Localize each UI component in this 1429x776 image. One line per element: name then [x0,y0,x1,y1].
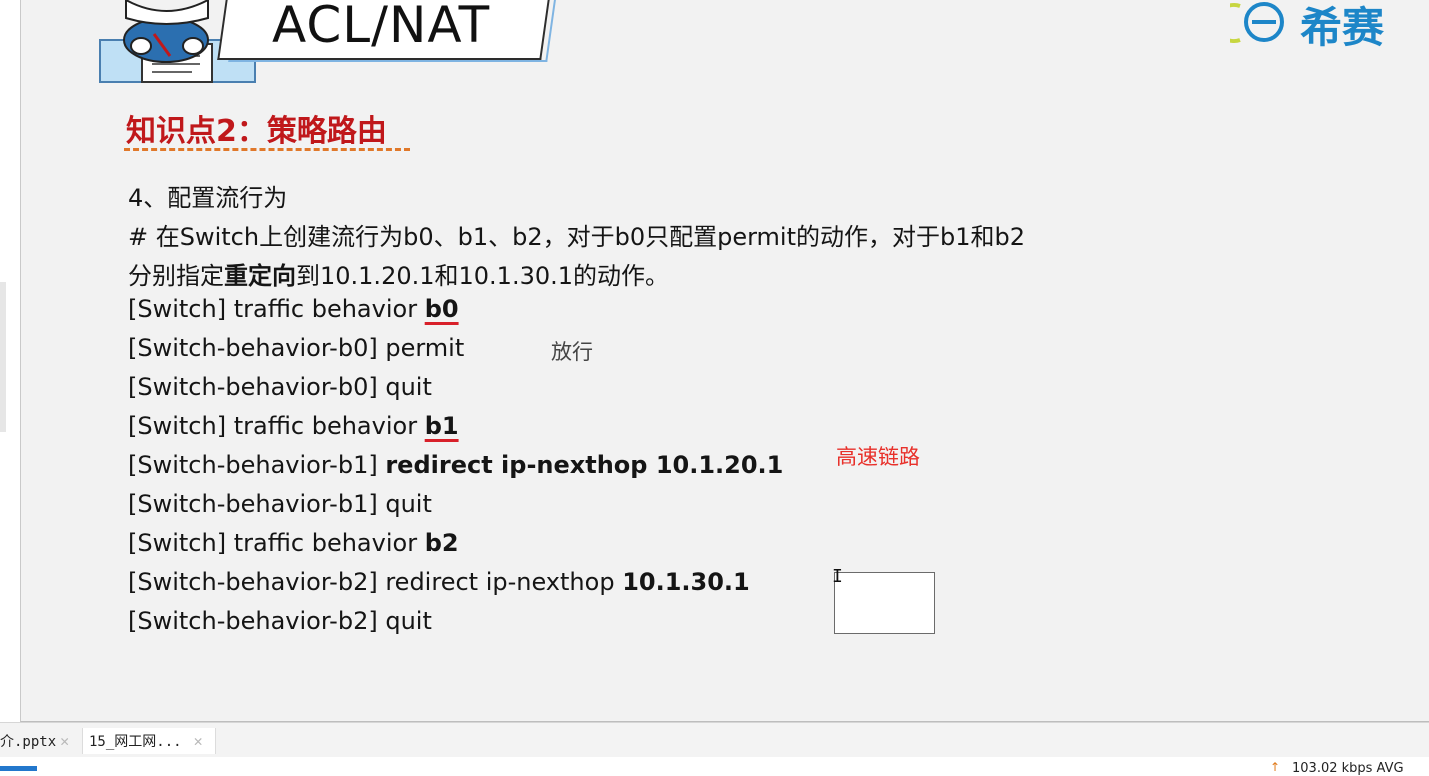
command-line: [Switch] traffic behavior b2 [128,529,459,557]
editing-text-box[interactable] [834,572,935,634]
file-tab-active[interactable]: 15_网工网... ✕ [82,728,216,754]
command-prefix: [Switch-behavior-b0] [128,373,386,401]
command-prefix: [Switch-behavior-b2] [128,568,386,596]
command-line: [Switch] traffic behavior b1 [128,412,459,440]
banner-title: ACL/NAT [272,0,491,54]
tab-label: 15_网工网... [89,734,182,750]
section-title: 知识点2：策略路由 [126,114,387,149]
desc2-pre: 分别指定 [128,262,224,290]
command-arg: redirect ip-nexthop [385,568,623,596]
command-arg: redirect ip-nexthop 10.1.20.1 [385,451,784,479]
command-prefix: [Switch] traffic behavior [128,295,425,323]
command-line: [Switch-behavior-b1] quit [128,490,432,518]
file-tab[interactable]: 简介.pptx ✕ [0,728,69,754]
command-arg: permit [385,334,465,362]
command-arg: b2 [424,529,459,557]
command-line: [Switch-behavior-b1] redirect ip-nexthop… [128,451,783,479]
command-prefix: [Switch] traffic behavior [128,412,425,440]
command-prefix: [Switch-behavior-b1] [128,451,386,479]
command-arg: quit [385,373,432,401]
left-margin [0,0,20,721]
command-prefix: [Switch-behavior-b1] [128,490,386,518]
command-prefix: [Switch-behavior-b0] [128,334,386,362]
command-line: [Switch-behavior-b2] quit [128,607,432,635]
desc2-post: 到10.1.20.1和10.1.30.1的动作。 [296,262,670,290]
command-arg: quit [385,490,432,518]
network-speed: 103.02 kbps AVG [1292,761,1404,776]
command-arg: b1 [424,412,459,440]
command-prefix: [Switch-behavior-b2] [128,607,386,635]
text-cursor-icon: I [832,566,843,587]
section-underline [124,148,410,151]
logo-text: 希赛 [1300,3,1385,52]
command-line: [Switch-behavior-b0] quit [128,373,432,401]
command-arg-bold: 10.1.30.1 [622,568,750,596]
command-prefix: [Switch] traffic behavior [128,529,425,557]
start-button[interactable] [0,766,37,771]
step-heading: 4、配置流行为 [128,184,288,212]
command-arg: quit [385,607,432,635]
status-bar [0,757,1429,771]
command-line: [Switch] traffic behavior b0 [128,295,459,323]
close-icon[interactable]: ✕ [60,732,69,750]
close-icon[interactable]: ✕ [194,732,203,750]
left-edge-mark [0,282,6,432]
description-line-2: 分别指定重定向到10.1.20.1和10.1.30.1的动作。 [128,256,669,291]
command-arg: b0 [424,295,459,323]
command-line: [Switch-behavior-b2] redirect ip-nexthop… [128,568,750,596]
tab-label: 简介.pptx [0,734,57,750]
desc2-bold: 重定向 [224,262,296,290]
command-line: [Switch-behavior-b0] permit [128,334,464,362]
description-line-1: # 在Switch上创建流行为b0、b1、b2，对于b0只配置permit的动作… [128,223,1026,251]
redirect-annotation: 高速链路 [836,445,920,469]
upload-arrow-icon: ↑ [1270,760,1281,774]
permit-annotation: 放行 [551,340,593,364]
